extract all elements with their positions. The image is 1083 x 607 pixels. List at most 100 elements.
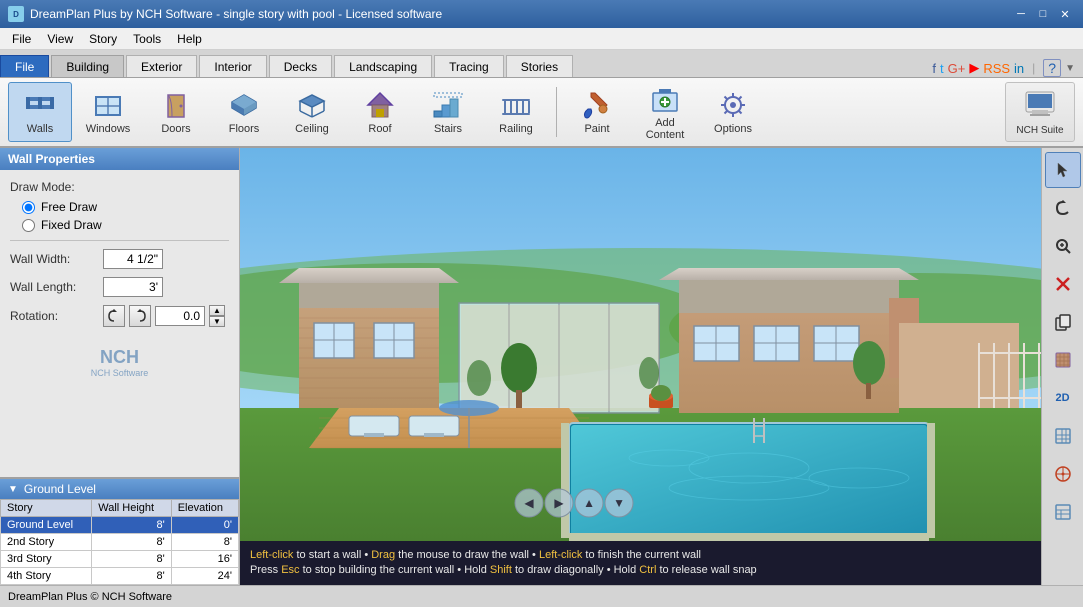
tab-bar: File Building Exterior Interior Decks La… [0,50,1083,78]
tool-doors[interactable]: Doors [144,82,208,142]
story-table-row[interactable]: 2nd Story 8' 8' [1,534,239,551]
fixed-draw-radio[interactable] [22,219,35,232]
youtube-icon[interactable]: ▶ [969,60,979,76]
wall-width-label: Wall Width: [10,252,95,266]
rotate-cw-button[interactable] [129,305,151,327]
texture-tool-button[interactable] [1045,342,1081,378]
nch-suite-area: NCH Suite [1005,82,1075,142]
tab-decks[interactable]: Decks [269,55,332,77]
list-tool-button[interactable] [1045,494,1081,530]
facebook-icon[interactable]: f [932,61,936,76]
wall-length-input[interactable] [103,277,163,297]
wall-width-input[interactable] [103,249,163,269]
ceiling-icon [296,89,328,121]
tool-options[interactable]: Options [701,82,765,142]
zoom-tool-button[interactable] [1045,228,1081,264]
tool-ceiling[interactable]: Ceiling [280,82,344,142]
copy-tool-button[interactable] [1045,304,1081,340]
app-icon: D [8,6,24,22]
tool-add-content-label: Add Content [638,117,692,141]
tool-railing[interactable]: Railing [484,82,548,142]
tab-file[interactable]: File [0,55,49,77]
drag-text: Drag [371,549,395,561]
tab-landscaping[interactable]: Landscaping [334,55,432,77]
free-draw-option[interactable]: Free Draw [22,200,229,214]
cursor-tool-button[interactable] [1045,152,1081,188]
paint-icon [581,89,613,121]
svg-text:▶: ▶ [554,496,564,510]
tab-building[interactable]: Building [51,55,124,77]
canvas-area[interactable]: ◀ ▶ ▲ ▼ Left-click to start [240,148,1041,585]
rotate-view-button[interactable] [1045,190,1081,226]
story-table-row[interactable]: 4th Story 8' 24' [1,568,239,585]
tool-windows-label: Windows [86,123,131,135]
menu-help[interactable]: Help [169,30,210,48]
rotation-label: Rotation: [10,309,95,323]
tool-floors[interactable]: Floors [212,82,276,142]
tool-railing-label: Railing [499,123,533,135]
story-table-row[interactable]: 3rd Story 8' 16' [1,551,239,568]
tool-roof[interactable]: Roof [348,82,412,142]
railing-icon [500,89,532,121]
rotation-input[interactable] [155,306,205,326]
wall-length-label: Wall Length: [10,280,95,294]
story-table-row[interactable]: Ground Level 8' 0' [1,517,239,534]
story-cell: 4th Story [1,568,92,585]
twitter-icon[interactable]: t [940,61,944,76]
grid-tool-button[interactable] [1045,418,1081,454]
tool-paint-label: Paint [584,123,609,135]
free-draw-radio[interactable] [22,201,35,214]
fixed-draw-option[interactable]: Fixed Draw [22,218,229,232]
close-button[interactable]: ✕ [1055,4,1075,24]
tool-windows[interactable]: Windows [76,82,140,142]
left-panel: Wall Properties Draw Mode: Free Draw Fix… [0,148,240,585]
tool-walls[interactable]: Walls [8,82,72,142]
wall-height-cell: 8' [92,568,171,585]
menu-view[interactable]: View [39,30,81,48]
tab-interior[interactable]: Interior [199,55,266,77]
tab-stories[interactable]: Stories [506,55,573,77]
help-icon[interactable]: ? [1043,59,1061,77]
wall-length-row: Wall Length: [10,277,229,297]
rotate-ccw-button[interactable] [103,305,125,327]
story-cell: Ground Level [1,517,92,534]
tab-exterior[interactable]: Exterior [126,55,197,77]
svg-text:◀: ◀ [524,496,534,510]
ground-level-collapse[interactable]: ▼ [8,484,18,495]
rss-icon[interactable]: RSS [983,61,1010,76]
tab-tracing[interactable]: Tracing [434,55,504,77]
wall-width-row: Wall Width: [10,249,229,269]
draw-mode-label: Draw Mode: [10,180,229,194]
maximize-button[interactable]: □ [1033,4,1053,24]
rotation-up-button[interactable]: ▲ [209,305,225,316]
menu-file[interactable]: File [4,30,39,48]
scene-canvas[interactable]: ◀ ▶ ▲ ▼ [240,148,1041,541]
google-icon[interactable]: G+ [948,61,966,76]
linkedin-icon[interactable]: in [1014,61,1024,76]
nch-suite-button[interactable]: NCH Suite [1005,82,1075,142]
left-click-text-2: Left-click [539,549,582,561]
doors-icon [160,89,192,121]
delete-tool-button[interactable] [1045,266,1081,302]
nch-suite-icon [1024,88,1056,123]
wall-height-cell: 8' [92,534,171,551]
ground-level-title: Ground Level [24,482,96,496]
tool-add-content[interactable]: Add Content [633,82,697,142]
story-cell: 3rd Story [1,551,92,568]
shift-text: Shift [490,564,512,576]
walls-icon [24,89,56,121]
rotation-down-button[interactable]: ▼ [209,316,225,327]
measure-tool-button[interactable] [1045,456,1081,492]
tool-ceiling-label: Ceiling [295,123,329,135]
elevation-cell: 24' [171,568,238,585]
tool-paint[interactable]: Paint [565,82,629,142]
minimize-button[interactable]: ─ [1011,4,1031,24]
2d-view-button[interactable]: 2D [1045,380,1081,416]
dropdown-icon[interactable]: ▼ [1065,63,1075,74]
floors-icon [228,89,260,121]
app-title: DreamPlan Plus by NCH Software - single … [30,7,442,21]
tool-stairs[interactable]: Stairs [416,82,480,142]
menu-tools[interactable]: Tools [125,30,169,48]
menu-story[interactable]: Story [81,30,125,48]
separator: | [1032,61,1035,75]
